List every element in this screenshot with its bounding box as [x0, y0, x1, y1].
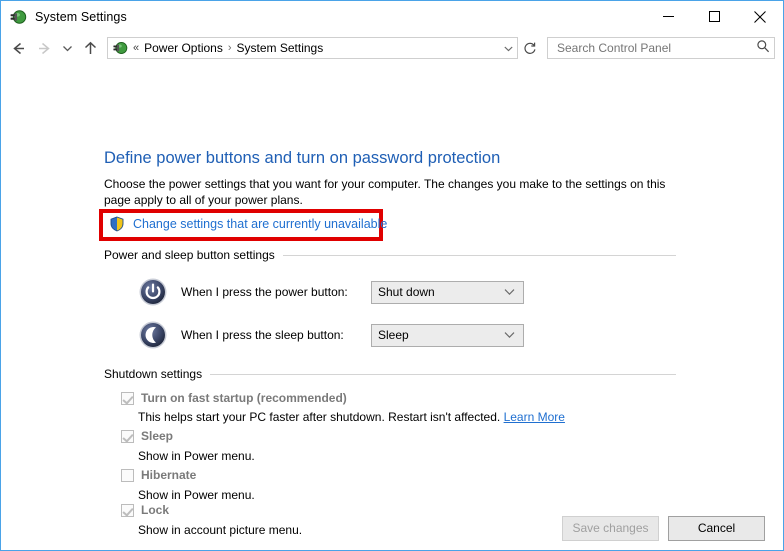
power-button-icon	[138, 277, 168, 307]
sleep-label: Sleep	[141, 429, 174, 443]
search-icon[interactable]	[756, 39, 770, 58]
refresh-icon[interactable]	[519, 37, 541, 59]
address-bar[interactable]: « Power Options › System Settings	[107, 37, 518, 59]
window-title: System Settings	[35, 9, 127, 24]
sleep-button-setting-row: When I press the sleep button: Sleep	[138, 320, 524, 350]
back-arrow-icon[interactable]	[5, 35, 31, 61]
page-title: Define power buttons and turn on passwor…	[104, 149, 501, 167]
navigation-bar: « Power Options › System Settings	[1, 32, 783, 64]
power-plug-icon	[9, 8, 27, 26]
section-header-power-sleep: Power and sleep button settings	[104, 248, 676, 262]
breadcrumb-system-settings[interactable]: System Settings	[235, 41, 326, 55]
section-title: Shutdown settings	[104, 367, 203, 381]
uac-shield-icon	[109, 216, 125, 232]
hibernate-description: Show in Power menu.	[138, 488, 255, 502]
search-box[interactable]	[547, 37, 775, 59]
power-button-action-value: Shut down	[378, 285, 435, 299]
hibernate-label: Hibernate	[141, 468, 197, 482]
breadcrumb-separator: ›	[227, 42, 232, 54]
chevron-down-icon[interactable]	[499, 38, 517, 58]
up-arrow-icon[interactable]	[77, 35, 103, 61]
system-settings-window: System Settings « Power Options › System…	[0, 0, 784, 551]
learn-more-link[interactable]: Learn More	[504, 410, 565, 424]
change-settings-link-row[interactable]: Change settings that are currently unava…	[109, 216, 387, 232]
section-divider	[282, 254, 676, 256]
sleep-description: Show in Power menu.	[138, 449, 255, 463]
breadcrumb-overflow-chevrons[interactable]: «	[128, 42, 142, 54]
window-controls	[645, 1, 783, 32]
power-button-setting-row: When I press the power button: Shut down	[138, 277, 524, 307]
maximize-button[interactable]	[691, 1, 737, 32]
section-title: Power and sleep button settings	[104, 248, 275, 262]
section-divider	[210, 373, 676, 375]
title-bar: System Settings	[1, 1, 783, 32]
search-input[interactable]	[555, 40, 756, 56]
breadcrumb-power-options[interactable]: Power Options	[142, 41, 225, 55]
sleep-button-label: When I press the sleep button:	[181, 328, 344, 342]
cancel-button[interactable]: Cancel	[668, 515, 765, 541]
power-button-label: When I press the power button:	[181, 285, 348, 299]
forward-arrow-icon	[31, 35, 57, 61]
fast-startup-description-text: This helps start your PC faster after sh…	[138, 410, 501, 424]
chevron-down-icon	[504, 328, 515, 342]
power-plug-icon	[112, 40, 128, 56]
save-changes-button[interactable]: Save changes	[562, 515, 659, 541]
sleep-button-icon	[138, 320, 168, 350]
sleep-checkbox[interactable]	[121, 429, 134, 443]
footer-actions: Save changes Cancel	[1, 506, 783, 550]
fast-startup-description: This helps start your PC faster after sh…	[138, 410, 565, 424]
minimize-button[interactable]	[645, 1, 691, 32]
sleep-button-action-value: Sleep	[378, 328, 409, 342]
fast-startup-label: Turn on fast startup (recommended)	[141, 391, 347, 405]
power-button-action-dropdown[interactable]: Shut down	[371, 280, 524, 304]
chevron-down-icon	[504, 285, 515, 299]
hibernate-checkbox[interactable]	[121, 468, 134, 482]
section-header-shutdown: Shutdown settings	[104, 367, 676, 381]
close-button[interactable]	[737, 1, 783, 32]
fast-startup-checkbox[interactable]	[121, 391, 134, 405]
sleep-button-action-dropdown[interactable]: Sleep	[371, 323, 524, 347]
checkbox-row-fast-startup[interactable]: Turn on fast startup (recommended)	[121, 391, 347, 405]
checkbox-row-sleep[interactable]: Sleep	[121, 429, 173, 443]
change-settings-link[interactable]: Change settings that are currently unava…	[133, 217, 387, 231]
content-area: Define power buttons and turn on passwor…	[1, 64, 783, 550]
checkbox-row-hibernate[interactable]: Hibernate	[121, 468, 196, 482]
page-description: Choose the power settings that you want …	[104, 177, 666, 207]
recent-locations-chevron-icon[interactable]	[57, 35, 77, 61]
